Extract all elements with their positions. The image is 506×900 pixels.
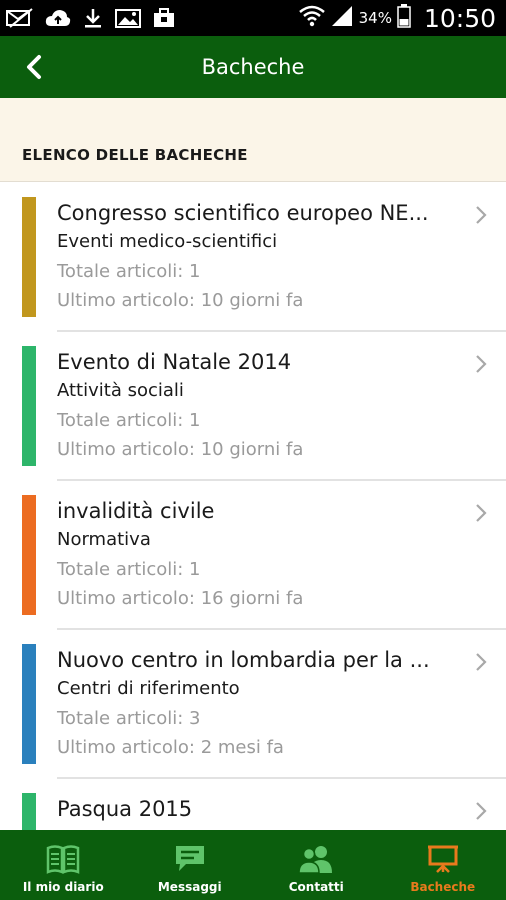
- board-article-count: Totale articoli: 1: [57, 261, 201, 282]
- contacts-icon: [298, 844, 334, 876]
- board-item[interactable]: Pasqua 2015: [0, 779, 506, 830]
- board-last-article: Ultimo articolo: 16 giorni fa: [57, 588, 304, 609]
- category-color-bar: [22, 495, 36, 615]
- category-color-bar: [22, 793, 36, 830]
- board-category: Centri di riferimento: [57, 678, 240, 699]
- battery-icon: [397, 4, 411, 32]
- back-button[interactable]: [14, 49, 54, 85]
- category-color-bar: [22, 346, 36, 466]
- category-color-bar: [22, 644, 36, 764]
- board-item[interactable]: Congresso scientifico europeo NE... Even…: [0, 183, 506, 332]
- cloud-upload-icon: [45, 8, 71, 28]
- board-category: Eventi medico-scientifici: [57, 231, 278, 252]
- nav-tab-messages[interactable]: Messaggi: [127, 830, 254, 900]
- nav-label: Contatti: [288, 880, 344, 894]
- system-status: 34% 10:50: [298, 0, 496, 36]
- board-title: Evento di Natale 2014: [57, 350, 292, 374]
- status-bar: 34% 10:50: [0, 0, 506, 36]
- chevron-right-icon: [476, 802, 487, 820]
- chevron-left-icon: [27, 55, 41, 79]
- category-color-bar: [22, 197, 36, 317]
- board-title: Congresso scientifico europeo NE...: [57, 201, 429, 225]
- wifi-icon: [298, 5, 325, 31]
- board-last-article: Ultimo articolo: 2 mesi fa: [57, 737, 284, 758]
- clock: 10:50: [423, 3, 496, 33]
- mail-mute-icon: [6, 8, 34, 28]
- board-item[interactable]: invalidità civile Normativa Totale artic…: [0, 481, 506, 630]
- nav-label: Bacheche: [410, 880, 476, 894]
- board-article-count: Totale articoli: 1: [57, 410, 201, 431]
- nav-label: Il mio diario: [22, 880, 104, 894]
- signal-icon: [330, 5, 354, 31]
- nav-tab-contacts[interactable]: Contatti: [253, 830, 380, 900]
- nav-label: Messaggi: [157, 880, 222, 894]
- download-icon: [82, 7, 104, 29]
- board-list[interactable]: Congresso scientifico europeo NE... Even…: [0, 183, 506, 830]
- chevron-right-icon: [476, 206, 487, 224]
- notification-icons: [6, 4, 176, 32]
- bottom-navigation: Il mio diario Messaggi Contatti Bacheche: [0, 830, 506, 900]
- chevron-right-icon: [476, 504, 487, 522]
- section-header: ELENCO DELLE BACHECHE: [0, 98, 506, 182]
- book-icon: [45, 844, 81, 876]
- board-category: Attività sociali: [57, 380, 184, 401]
- board-title: invalidità civile: [57, 499, 215, 523]
- board-article-count: Totale articoli: 3: [57, 708, 201, 729]
- nav-tab-boards[interactable]: Bacheche: [380, 830, 506, 900]
- chevron-right-icon: [476, 653, 487, 671]
- board-category: Normativa: [57, 529, 151, 550]
- board-last-article: Ultimo articolo: 10 giorni fa: [57, 290, 304, 311]
- board-article-count: Totale articoli: 1: [57, 559, 201, 580]
- board-icon: [425, 844, 461, 876]
- chevron-right-icon: [476, 355, 487, 373]
- battery-percentage: 34%: [358, 9, 392, 27]
- chat-icon: [172, 844, 208, 876]
- image-icon: [115, 8, 141, 28]
- board-title: Nuovo centro in lombardia per la ...: [57, 648, 430, 672]
- board-item[interactable]: Evento di Natale 2014 Attività sociali T…: [0, 332, 506, 481]
- action-bar: Bacheche: [0, 36, 506, 98]
- board-last-article: Ultimo articolo: 10 giorni fa: [57, 439, 304, 460]
- page-title: Bacheche: [201, 55, 305, 79]
- board-title: Pasqua 2015: [57, 797, 193, 821]
- briefcase-icon: [152, 7, 176, 29]
- board-item[interactable]: Nuovo centro in lombardia per la ... Cen…: [0, 630, 506, 779]
- nav-tab-diary[interactable]: Il mio diario: [0, 830, 127, 900]
- section-label: ELENCO DELLE BACHECHE: [22, 146, 248, 164]
